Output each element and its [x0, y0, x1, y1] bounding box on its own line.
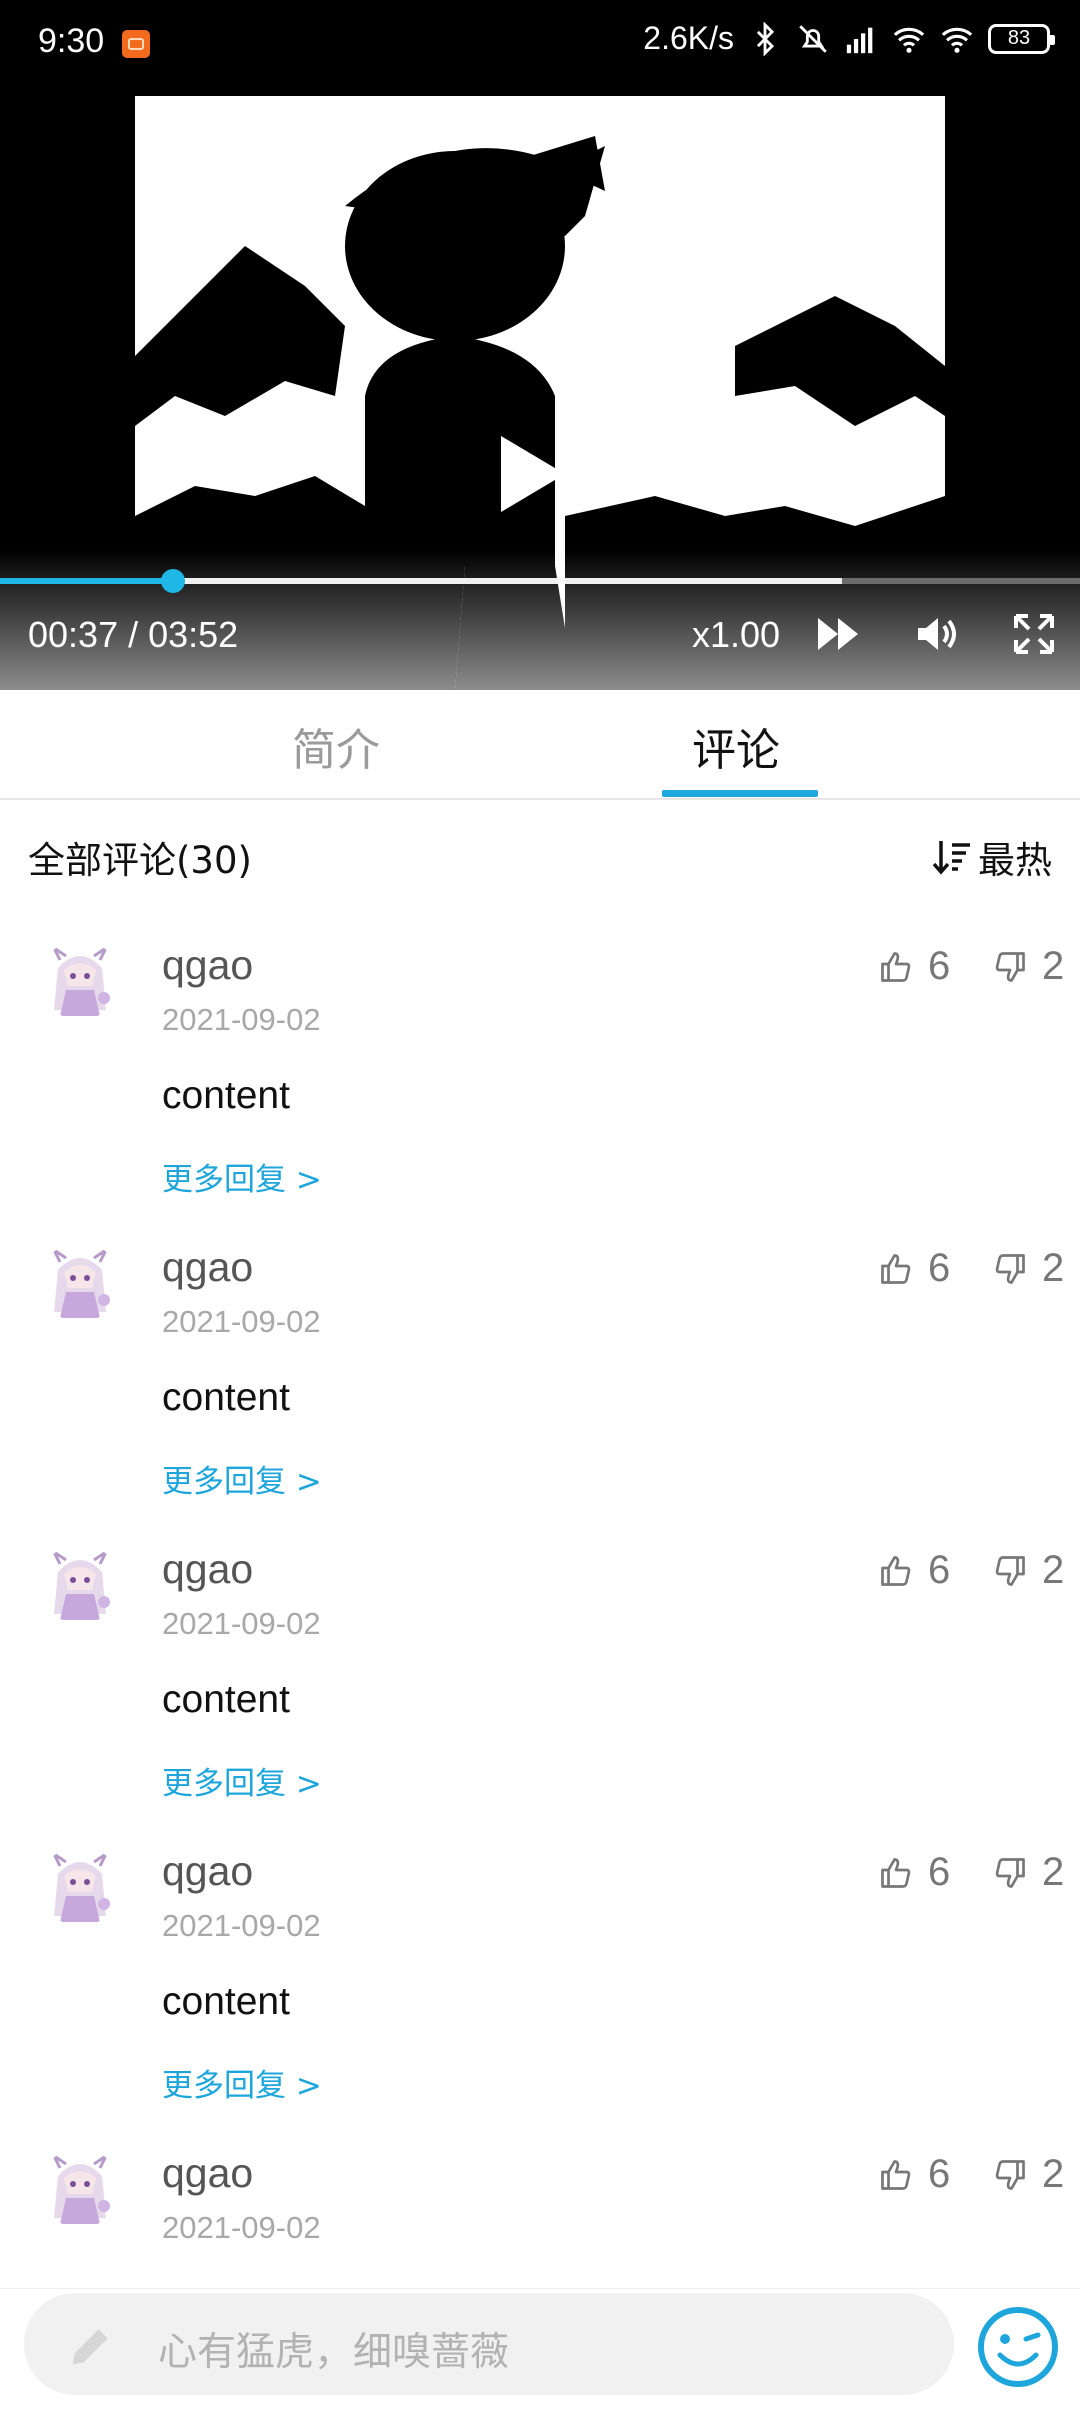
sort-icon — [932, 841, 970, 875]
tab-intro[interactable]: 简介 — [292, 714, 380, 778]
duration: 03:52 — [148, 614, 239, 655]
avatar[interactable] — [40, 940, 120, 1020]
tab-bar: 简介 评论 — [0, 690, 1080, 800]
sort-label: 最热 — [978, 839, 1052, 882]
dislike-count: 2 — [1042, 1850, 1065, 1894]
comment-username[interactable]: qgao — [162, 1848, 253, 1895]
dislike-button[interactable]: 2 — [992, 1548, 1064, 1593]
current-time: 00:37 — [28, 614, 119, 655]
wifi-icon — [893, 27, 925, 53]
progress-bar[interactable] — [0, 569, 1080, 593]
battery-icon: 83 — [988, 23, 1055, 54]
sort-button[interactable]: 最热 — [932, 830, 1052, 884]
thumbs-down-icon — [995, 1555, 1025, 1586]
comment-date: 2021-09-02 — [162, 1606, 321, 1641]
comment-text: content — [162, 1980, 290, 2023]
comment-input[interactable]: 心有猛虎，细嗅蔷薇 — [24, 2293, 954, 2395]
video-player[interactable]: 00:37 / 03:52 x1.00 — [0, 92, 1080, 690]
comment-item: qgao 2021-09-02 content 更多回复 > 6 2 — [0, 910, 1080, 1218]
play-icon[interactable] — [497, 432, 569, 516]
more-replies-link[interactable]: 更多回复 > — [162, 2060, 322, 2105]
fullscreen-icon[interactable] — [1010, 610, 1058, 658]
like-count: 6 — [928, 1850, 951, 1894]
active-tab-indicator — [662, 790, 818, 797]
avatar[interactable] — [40, 1242, 120, 1322]
wifi-icon-2 — [941, 27, 973, 53]
comment-date: 2021-09-02 — [162, 1002, 321, 1037]
comment-text: content — [162, 1678, 290, 1721]
comment-username[interactable]: qgao — [162, 942, 253, 989]
network-speed: 2.6K/s — [643, 20, 734, 56]
comment-item: qgao 2021-09-02 content 更多回复 > 6 2 — [0, 1816, 1080, 2124]
dislike-button[interactable]: 2 — [992, 944, 1064, 989]
dislike-count: 2 — [1042, 2152, 1065, 2196]
like-count: 6 — [928, 944, 951, 988]
tab-comments[interactable]: 评论 — [692, 714, 780, 778]
comment-date: 2021-09-02 — [162, 2210, 321, 2245]
comments-count: 全部评论(30) — [28, 839, 252, 882]
thumbs-down-icon — [995, 1857, 1025, 1888]
more-replies-link[interactable]: 更多回复 > — [162, 1758, 322, 1803]
comment-item: qgao 2021-09-02 content 更多回复 > 6 2 — [0, 1212, 1080, 1520]
time-separator: / — [118, 614, 149, 655]
dislike-count: 2 — [1042, 1246, 1065, 1290]
video-thumbnail-silhouette — [135, 136, 945, 690]
comment-text: content — [162, 1074, 290, 1117]
comment-text: content — [162, 1376, 290, 1419]
like-button[interactable]: 6 — [878, 1246, 950, 1291]
bluetooth-icon — [756, 21, 775, 56]
thumbs-up-icon — [881, 1555, 911, 1586]
video-frame — [135, 96, 945, 690]
mute-icon — [799, 24, 827, 53]
thumbs-up-icon — [881, 2159, 911, 2190]
like-count: 6 — [928, 2152, 951, 2196]
avatar[interactable] — [40, 1846, 120, 1926]
dislike-count: 2 — [1042, 944, 1065, 988]
comment-composer: 心有猛虎，细嗅蔷薇 — [0, 2288, 1080, 2401]
status-time: 9:30 — [38, 22, 105, 60]
comment-input-placeholder: 心有猛虎，细嗅蔷薇 — [158, 2330, 510, 2375]
dislike-button[interactable]: 2 — [992, 1850, 1064, 1895]
comments-header: 全部评论(30) 最热 — [0, 800, 1080, 910]
comment-username[interactable]: qgao — [162, 1546, 253, 1593]
like-button[interactable]: 6 — [878, 1548, 950, 1593]
thumbs-down-icon — [995, 1253, 1025, 1284]
like-count: 6 — [928, 1548, 951, 1592]
status-right: 2.6K/s 83 — [643, 20, 1055, 57]
thumbs-up-icon — [881, 1253, 911, 1284]
avatar[interactable] — [40, 2148, 120, 2228]
comment-username[interactable]: qgao — [162, 1244, 253, 1291]
playback-time: 00:37 / 03:52 — [28, 614, 238, 656]
thumbs-down-icon — [995, 2159, 1025, 2190]
comment-date: 2021-09-02 — [162, 1304, 321, 1339]
like-button[interactable]: 6 — [878, 1850, 950, 1895]
thumbs-up-icon — [881, 951, 911, 982]
progress-thumb[interactable] — [160, 569, 185, 593]
like-button[interactable]: 6 — [878, 2152, 950, 2197]
like-count: 6 — [928, 1246, 951, 1290]
more-replies-link[interactable]: 更多回复 > — [162, 1456, 322, 1501]
progress-played — [0, 578, 173, 584]
dislike-button[interactable]: 2 — [992, 2152, 1064, 2197]
comment-item: qgao 2021-09-02 content 更多回复 > 6 2 — [0, 1514, 1080, 1822]
emoji-icon[interactable] — [976, 2305, 1060, 2389]
more-replies-link[interactable]: 更多回复 > — [162, 1154, 322, 1199]
pencil-icon — [72, 2329, 108, 2365]
dislike-button[interactable]: 2 — [992, 1246, 1064, 1291]
app-notification-icon — [122, 30, 150, 58]
playback-speed-button[interactable]: x1.00 — [692, 614, 780, 656]
dislike-count: 2 — [1042, 1548, 1065, 1592]
thumbs-up-icon — [881, 1857, 911, 1888]
cell-signal-icon — [846, 27, 873, 53]
thumbs-down-icon — [995, 951, 1025, 982]
like-button[interactable]: 6 — [878, 944, 950, 989]
fast-forward-icon[interactable] — [814, 610, 862, 658]
comment-username[interactable]: qgao — [162, 2150, 253, 2197]
volume-icon[interactable] — [912, 610, 960, 658]
comment-date: 2021-09-02 — [162, 1908, 321, 1943]
avatar[interactable] — [40, 1544, 120, 1624]
status-bar: 9:30 2.6K/s 83 — [0, 0, 1080, 92]
